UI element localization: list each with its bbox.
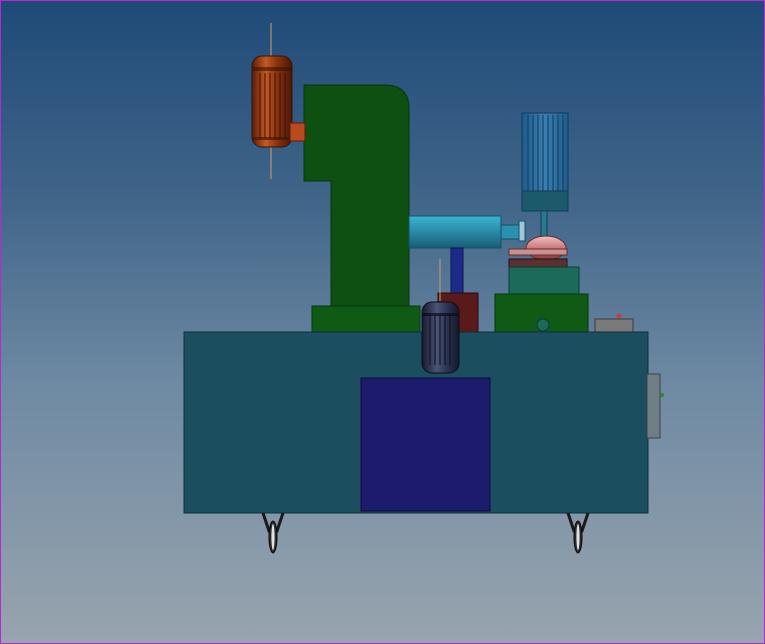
side-handle[interactable] — [646, 373, 661, 439]
caster-right — [566, 512, 590, 554]
vise-handle-knob — [536, 318, 550, 332]
spindle-ram[interactable] — [408, 215, 526, 249]
column-foot — [311, 305, 421, 334]
machine-column[interactable] — [303, 84, 421, 334]
motor-coupling — [289, 122, 306, 142]
drive-guard-assembly[interactable] — [494, 112, 589, 334]
caster-left — [261, 512, 285, 554]
top-motor[interactable] — [251, 23, 306, 179]
spindle-nose — [500, 224, 520, 240]
tool-holder — [518, 220, 526, 242]
switch-box — [594, 318, 634, 334]
clamp-plate — [508, 258, 568, 268]
gear-housing — [525, 235, 567, 261]
machine-model — [183, 23, 664, 554]
indicator-light — [616, 313, 622, 319]
vise-block — [508, 266, 580, 296]
access-panel[interactable] — [360, 377, 491, 512]
belt-guard — [521, 112, 569, 194]
side-knob — [660, 393, 664, 397]
cad-viewport[interactable] — [0, 0, 765, 644]
